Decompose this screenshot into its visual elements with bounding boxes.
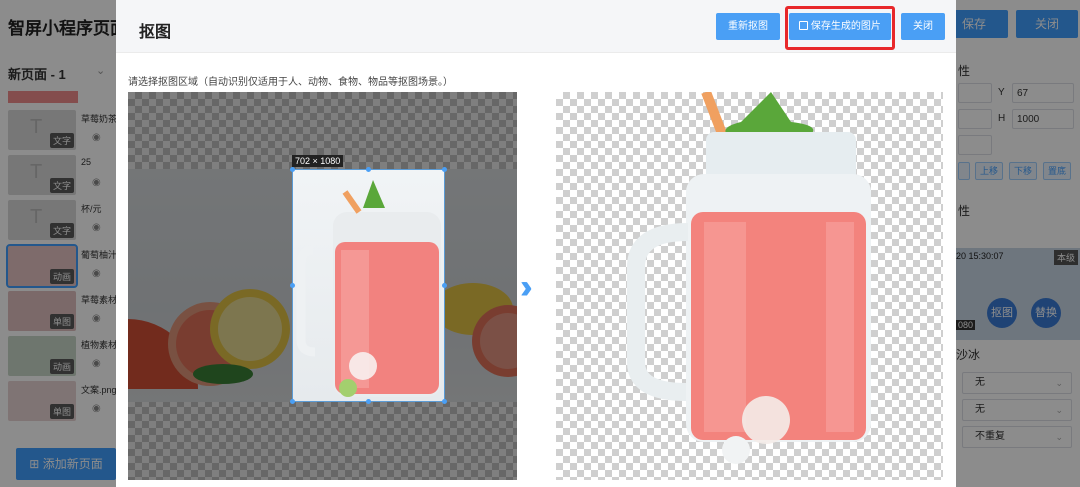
crop-handle[interactable] (290, 399, 295, 404)
selection-hint: 请选择抠图区域（自动识别仅适用于人、动物、食物、物品等抠图场景。） (128, 77, 453, 88)
crop-handle[interactable] (290, 283, 295, 288)
dialog-title: 抠图 (139, 24, 172, 41)
recut-button[interactable]: 重新抠图 (716, 13, 780, 40)
cutout-dialog: 抠图 重新抠图 保存生成的图片 关闭 请选择抠图区域（自动识别仅适用于人、动物、… (116, 0, 956, 487)
cutout-drink-art (627, 92, 871, 464)
source-image-panel[interactable]: 702 × 1080 (128, 92, 517, 480)
double-chevron-right-icon: ›› (520, 268, 532, 306)
crop-handle[interactable] (366, 399, 371, 404)
crop-handle[interactable] (442, 399, 447, 404)
crop-size-label: 702 × 1080 (292, 155, 344, 167)
dialog-close-button[interactable]: 关闭 (901, 13, 945, 40)
highlight-box (785, 6, 895, 50)
crop-handle[interactable] (290, 167, 295, 172)
cutout-result-panel (556, 92, 943, 480)
drink-preview-art (296, 180, 441, 397)
crop-handle[interactable] (442, 283, 447, 288)
crop-region[interactable] (292, 169, 445, 402)
crop-handle[interactable] (366, 167, 371, 172)
dialog-header: 抠图 重新抠图 保存生成的图片 关闭 (116, 0, 956, 53)
crop-handle[interactable] (442, 167, 447, 172)
